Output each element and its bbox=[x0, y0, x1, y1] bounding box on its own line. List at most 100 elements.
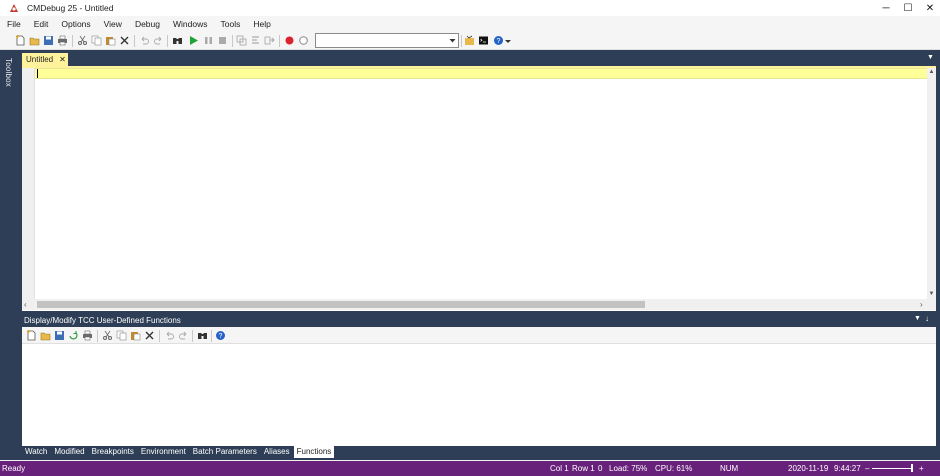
document-tab-untitled[interactable]: Untitled ✕ bbox=[22, 53, 68, 66]
menu-bar: File Edit Options View Debug Windows Too… bbox=[0, 16, 940, 32]
panel-dropdown-icon[interactable]: ▼ bbox=[914, 315, 921, 322]
tab-batch-parameters[interactable]: Batch Parameters bbox=[190, 446, 260, 458]
menu-windows[interactable]: Windows bbox=[173, 17, 207, 31]
window-title: CMDebug 25 - Untitled bbox=[27, 3, 114, 13]
bottom-tab-strip: Watch Modified Breakpoints Environment B… bbox=[22, 446, 936, 458]
toolbox-strip[interactable] bbox=[0, 50, 21, 460]
status-row: Row 1 bbox=[572, 464, 595, 473]
text-caret bbox=[37, 69, 38, 78]
tab-aliases[interactable]: Aliases bbox=[261, 446, 293, 458]
close-tab-icon[interactable]: ✕ bbox=[59, 55, 66, 64]
menu-file[interactable]: File bbox=[7, 17, 21, 31]
panel-title: Display/Modify TCC User-Defined Function… bbox=[22, 314, 936, 327]
step-over-icon[interactable] bbox=[250, 35, 261, 46]
save-icon[interactable] bbox=[54, 330, 65, 341]
pause-icon[interactable] bbox=[203, 35, 214, 46]
pin-icon[interactable]: ↓ bbox=[925, 314, 929, 323]
zoom-in-button[interactable]: + bbox=[919, 461, 924, 476]
delete-icon[interactable] bbox=[119, 35, 130, 46]
chevron-down-icon[interactable] bbox=[448, 36, 457, 45]
toolbox-tab[interactable]: Toolbox bbox=[4, 58, 13, 87]
svg-text:?: ? bbox=[497, 38, 501, 45]
find-icon[interactable] bbox=[172, 35, 183, 46]
print-icon[interactable] bbox=[57, 35, 68, 46]
panel-toolbar: ? bbox=[22, 327, 936, 344]
target-combo-box[interactable] bbox=[315, 33, 459, 48]
zoom-slider-handle[interactable] bbox=[911, 464, 913, 472]
delete-icon[interactable] bbox=[144, 330, 155, 341]
scroll-down-icon[interactable]: ▼ bbox=[927, 290, 936, 299]
menu-edit[interactable]: Edit bbox=[34, 17, 49, 31]
app-logo-icon bbox=[8, 2, 20, 14]
properties-icon[interactable] bbox=[464, 35, 475, 46]
paste-icon[interactable] bbox=[105, 35, 116, 46]
status-num-lock: NUM bbox=[720, 464, 739, 473]
open-folder-icon[interactable] bbox=[40, 330, 51, 341]
menu-view[interactable]: View bbox=[104, 17, 122, 31]
save-icon[interactable] bbox=[43, 35, 54, 46]
maximize-button[interactable]: ☐ bbox=[896, 0, 920, 16]
scroll-up-icon[interactable]: ▲ bbox=[927, 68, 936, 77]
new-function-icon[interactable] bbox=[26, 330, 37, 341]
cut-icon[interactable] bbox=[102, 330, 113, 341]
tab-list-dropdown-icon[interactable]: ▼ bbox=[927, 54, 934, 61]
toolbar-overflow-icon[interactable] bbox=[505, 38, 511, 44]
undo-icon[interactable] bbox=[164, 330, 175, 341]
vertical-scrollbar[interactable] bbox=[927, 68, 936, 299]
status-time: 9:44:27 bbox=[834, 464, 861, 473]
horizontal-scroll-thumb[interactable] bbox=[37, 301, 645, 308]
tab-modified[interactable]: Modified bbox=[51, 446, 87, 458]
minimize-button[interactable]: ─ bbox=[874, 0, 898, 16]
code-editor[interactable] bbox=[22, 68, 936, 311]
menu-debug[interactable]: Debug bbox=[135, 17, 160, 31]
status-bar: Ready Col 1 Row 1 0 Load: 75% CPU: 61% N… bbox=[0, 461, 940, 476]
console-icon[interactable] bbox=[478, 35, 489, 46]
scroll-corner bbox=[927, 299, 936, 310]
cut-icon[interactable] bbox=[77, 35, 88, 46]
zoom-out-button[interactable]: – bbox=[865, 461, 869, 476]
status-date: 2020-11-19 bbox=[788, 464, 829, 473]
tab-breakpoints[interactable]: Breakpoints bbox=[89, 446, 137, 458]
help-icon[interactable]: ? bbox=[493, 35, 504, 46]
zoom-slider-track[interactable] bbox=[872, 468, 912, 469]
paste-icon[interactable] bbox=[130, 330, 141, 341]
step-out-icon[interactable] bbox=[264, 35, 275, 46]
title-bar bbox=[0, 0, 940, 16]
status-zero: 0 bbox=[598, 464, 603, 473]
functions-list[interactable] bbox=[22, 344, 936, 446]
open-folder-icon[interactable] bbox=[29, 35, 40, 46]
menu-help[interactable]: Help bbox=[253, 17, 270, 31]
scroll-right-icon[interactable]: › bbox=[920, 299, 923, 310]
step-into-icon[interactable] bbox=[236, 35, 247, 46]
copy-icon[interactable] bbox=[116, 330, 127, 341]
redo-icon[interactable] bbox=[153, 35, 164, 46]
status-column: Col 1 bbox=[550, 464, 569, 473]
status-load: Load: 75% bbox=[609, 464, 648, 473]
menu-options[interactable]: Options bbox=[61, 17, 90, 31]
copy-icon[interactable] bbox=[91, 35, 102, 46]
clear-breakpoint-icon[interactable] bbox=[298, 35, 309, 46]
menu-tools[interactable]: Tools bbox=[220, 17, 240, 31]
scroll-left-icon[interactable]: ‹ bbox=[24, 299, 27, 310]
close-window-button[interactable]: ✕ bbox=[918, 0, 940, 16]
tab-functions[interactable]: Functions bbox=[293, 446, 335, 458]
current-line-highlight bbox=[35, 68, 936, 79]
stop-icon[interactable] bbox=[217, 35, 228, 46]
new-file-icon[interactable] bbox=[15, 35, 26, 46]
redo-icon[interactable] bbox=[178, 330, 189, 341]
undo-icon[interactable] bbox=[139, 35, 150, 46]
help-icon[interactable]: ? bbox=[215, 330, 226, 341]
find-icon[interactable] bbox=[197, 330, 208, 341]
document-tab-label: Untitled bbox=[26, 55, 54, 64]
tab-environment[interactable]: Environment bbox=[138, 446, 189, 458]
tab-watch[interactable]: Watch bbox=[22, 446, 50, 458]
breakpoint-icon[interactable] bbox=[284, 35, 295, 46]
status-ready: Ready bbox=[2, 464, 26, 473]
status-cpu: CPU: 61% bbox=[655, 464, 693, 473]
refresh-icon[interactable] bbox=[68, 330, 79, 341]
run-icon[interactable] bbox=[188, 35, 199, 46]
editor-gutter[interactable] bbox=[22, 68, 35, 299]
main-toolbar: ? bbox=[0, 32, 940, 50]
svg-text:?: ? bbox=[219, 333, 223, 340]
print-icon[interactable] bbox=[82, 330, 93, 341]
